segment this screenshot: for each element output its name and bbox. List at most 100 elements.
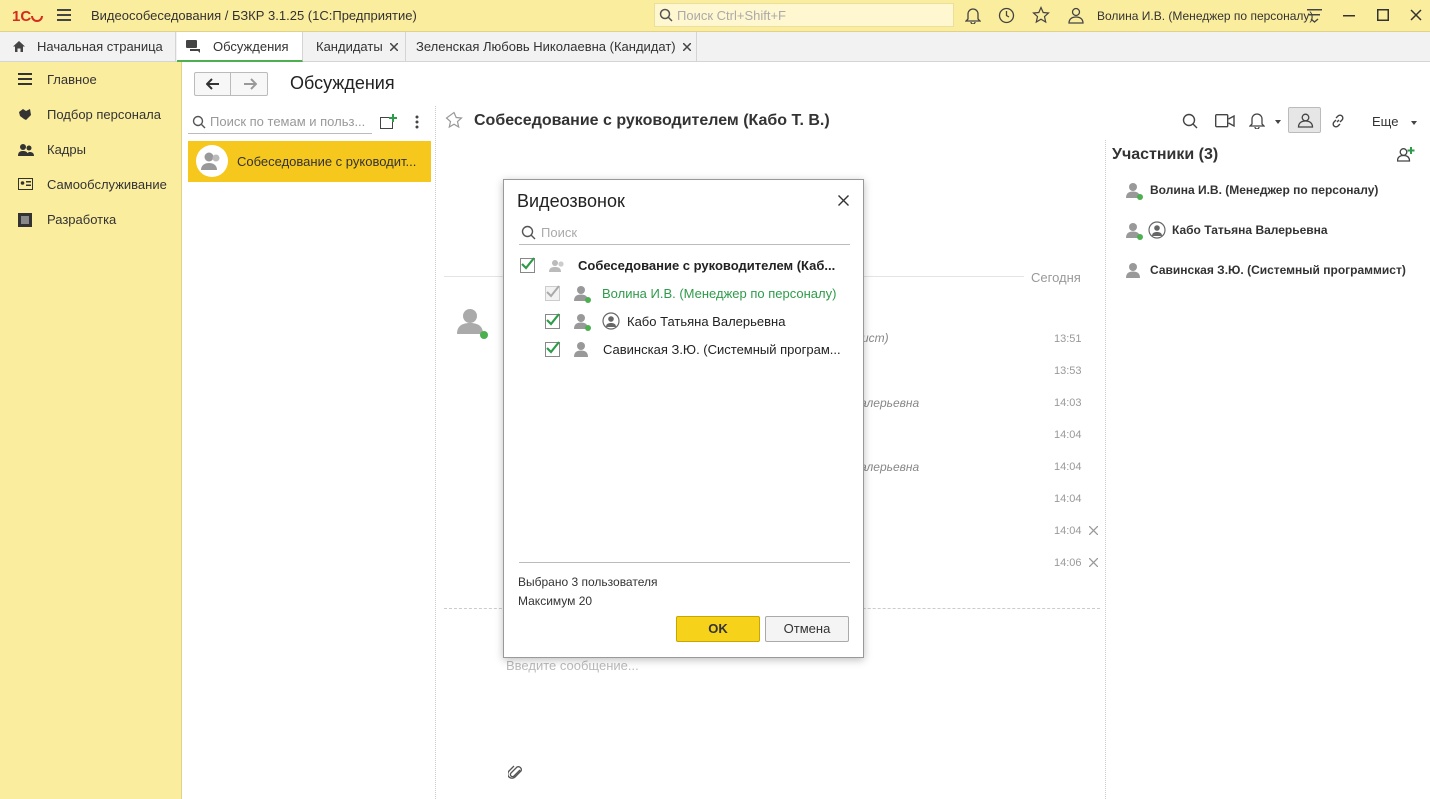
svg-text:1С: 1С	[12, 8, 31, 25]
checkmark-icon	[546, 285, 560, 298]
tab-discussions[interactable]: Обсуждения	[177, 32, 303, 62]
message-input[interactable]: Введите сообщение...	[504, 655, 1094, 751]
current-user-name[interactable]: Волина И.В. (Менеджер по персоналу)	[1097, 9, 1313, 23]
topic-search-input[interactable]: Поиск по темам и польз...	[188, 110, 372, 134]
tab-home[interactable]: Начальная страница	[0, 32, 176, 62]
member-row: Савинская З.Ю. (Системный програм...	[545, 339, 850, 361]
user-icon[interactable]	[1067, 7, 1085, 24]
dialog-divider	[519, 562, 850, 563]
sidebar-item-label: Главное	[47, 72, 97, 87]
arrow-left-icon	[206, 78, 219, 90]
message-time: 13:53	[1054, 365, 1082, 377]
user-online-icon	[574, 286, 591, 303]
add-participant-icon[interactable]	[1397, 146, 1415, 162]
external-user-icon	[602, 312, 620, 330]
sidebar-item-development[interactable]: Разработка	[0, 206, 182, 236]
dialog-search-placeholder: Поиск	[541, 225, 578, 240]
participants-toggle-button[interactable]	[1288, 107, 1321, 133]
favorite-star-icon[interactable]	[445, 111, 463, 129]
topic-search-placeholder: Поиск по темам и польз...	[210, 114, 366, 129]
minimize-icon[interactable]	[1343, 15, 1355, 17]
handshake-icon	[19, 109, 31, 120]
tab-candidate-card[interactable]: Зеленская Любовь Николаевна (Кандидат)	[407, 32, 697, 62]
message-fragment: алерьевна	[860, 396, 920, 410]
sidebar-item-recruitment[interactable]: Подбор персонала	[0, 101, 182, 131]
sidebar-item-self-service[interactable]: Самообслуживание	[0, 171, 182, 201]
message-author-avatar	[455, 306, 489, 340]
topic-list-item[interactable]: Собеседование с руководит...	[188, 141, 431, 182]
sidebar-item-main[interactable]: Главное	[0, 66, 182, 96]
user-online-icon	[574, 314, 591, 331]
favorites-star-icon[interactable]	[1032, 6, 1050, 24]
tab-candidates-label: Кандидаты	[316, 39, 383, 54]
participants-panel: Участники (3) Волина И.В. (Менеджер по п…	[1105, 140, 1430, 799]
more-actions-icon[interactable]	[415, 115, 419, 129]
global-search-input[interactable]: Поиск Ctrl+Shift+F	[654, 3, 954, 27]
close-tab-icon[interactable]	[683, 43, 691, 51]
sidebar-item-label: Самообслуживание	[47, 177, 167, 192]
maximize-icon[interactable]	[1377, 9, 1389, 21]
ok-button[interactable]: OK	[676, 616, 760, 642]
member-name: Волина И.В. (Менеджер по персоналу)	[602, 286, 837, 301]
navigation-buttons	[194, 72, 268, 96]
group-checkbox[interactable]	[520, 257, 535, 273]
settings-menu-icon[interactable]	[1307, 9, 1322, 23]
dialog-title: Видеозвонок	[517, 191, 625, 211]
sidebar-item-label: Разработка	[47, 212, 117, 227]
cancel-button[interactable]: Отмена	[765, 616, 849, 642]
arrow-right-icon	[244, 78, 257, 90]
sidebar-item-label: Подбор персонала	[47, 107, 161, 122]
main-menu-icon[interactable]	[57, 9, 71, 21]
dialog-search-input[interactable]: Поиск	[519, 220, 850, 245]
member-row: Кабо Татьяна Валерьевна	[545, 311, 850, 333]
window-title: Видеособеседования / БЗКР 3.1.25 (1С:Пре…	[91, 8, 417, 23]
participant-name: Волина И.В. (Менеджер по персоналу)	[1150, 183, 1379, 197]
back-button[interactable]	[195, 73, 231, 95]
title-bar: 1С Видеособеседования / БЗКР 3.1.25 (1С:…	[0, 0, 1430, 32]
participant-name: Савинская З.Ю. (Системный программист)	[1150, 263, 1406, 277]
member-name: Кабо Татьяна Валерьевна	[627, 314, 786, 329]
close-tab-icon[interactable]	[390, 43, 398, 51]
group-avatar-icon	[196, 145, 228, 177]
search-icon	[521, 225, 536, 240]
message-time: 14:04	[1054, 493, 1082, 505]
search-icon[interactable]	[1182, 113, 1198, 129]
member-checkbox-disabled	[545, 285, 560, 301]
close-icon[interactable]	[1089, 558, 1098, 567]
search-icon	[659, 8, 673, 22]
message-fragment: ист)	[862, 331, 889, 345]
development-icon	[18, 213, 32, 227]
close-icon[interactable]	[1089, 526, 1098, 535]
menu-lines-icon	[18, 73, 32, 85]
user-icon	[1126, 263, 1140, 278]
history-icon[interactable]	[998, 7, 1015, 24]
attach-icon[interactable]	[508, 765, 524, 781]
close-window-icon[interactable]	[1410, 9, 1422, 21]
member-checkbox[interactable]	[545, 313, 560, 329]
close-icon[interactable]	[838, 195, 849, 206]
link-icon[interactable]	[1330, 113, 1346, 129]
more-menu-button[interactable]: Еще	[1372, 114, 1422, 130]
video-call-icon[interactable]	[1215, 114, 1235, 128]
id-card-icon	[18, 178, 33, 190]
global-search-placeholder: Поиск Ctrl+Shift+F	[677, 8, 786, 23]
message-time: 14:06	[1054, 557, 1082, 569]
sidebar-item-personnel[interactable]: Кадры	[0, 136, 182, 166]
sections-panel: Главное Подбор персонала Кадры Самообслу…	[0, 62, 182, 799]
notifications-icon[interactable]	[1249, 112, 1265, 129]
new-topic-icon[interactable]	[380, 114, 398, 130]
message-fragment: алерьевна	[860, 460, 920, 474]
tab-bar: Начальная страница Обсуждения Кандидаты …	[0, 32, 1430, 62]
bell-icon[interactable]	[965, 7, 981, 24]
chevron-down-icon[interactable]	[1275, 120, 1281, 124]
tab-candidates[interactable]: Кандидаты	[304, 32, 406, 62]
checkmark-icon	[521, 257, 535, 270]
topics-panel: Поиск по темам и польз... Собеседование …	[186, 106, 436, 799]
sidebar-item-label: Кадры	[47, 142, 86, 157]
member-checkbox[interactable]	[545, 341, 560, 357]
group-icon	[549, 260, 564, 272]
forward-button[interactable]	[232, 73, 268, 95]
message-input-placeholder: Введите сообщение...	[506, 658, 639, 673]
conversation-title: Собеседование с руководителем (Кабо Т. В…	[474, 112, 830, 129]
user-online-icon	[1126, 223, 1143, 240]
